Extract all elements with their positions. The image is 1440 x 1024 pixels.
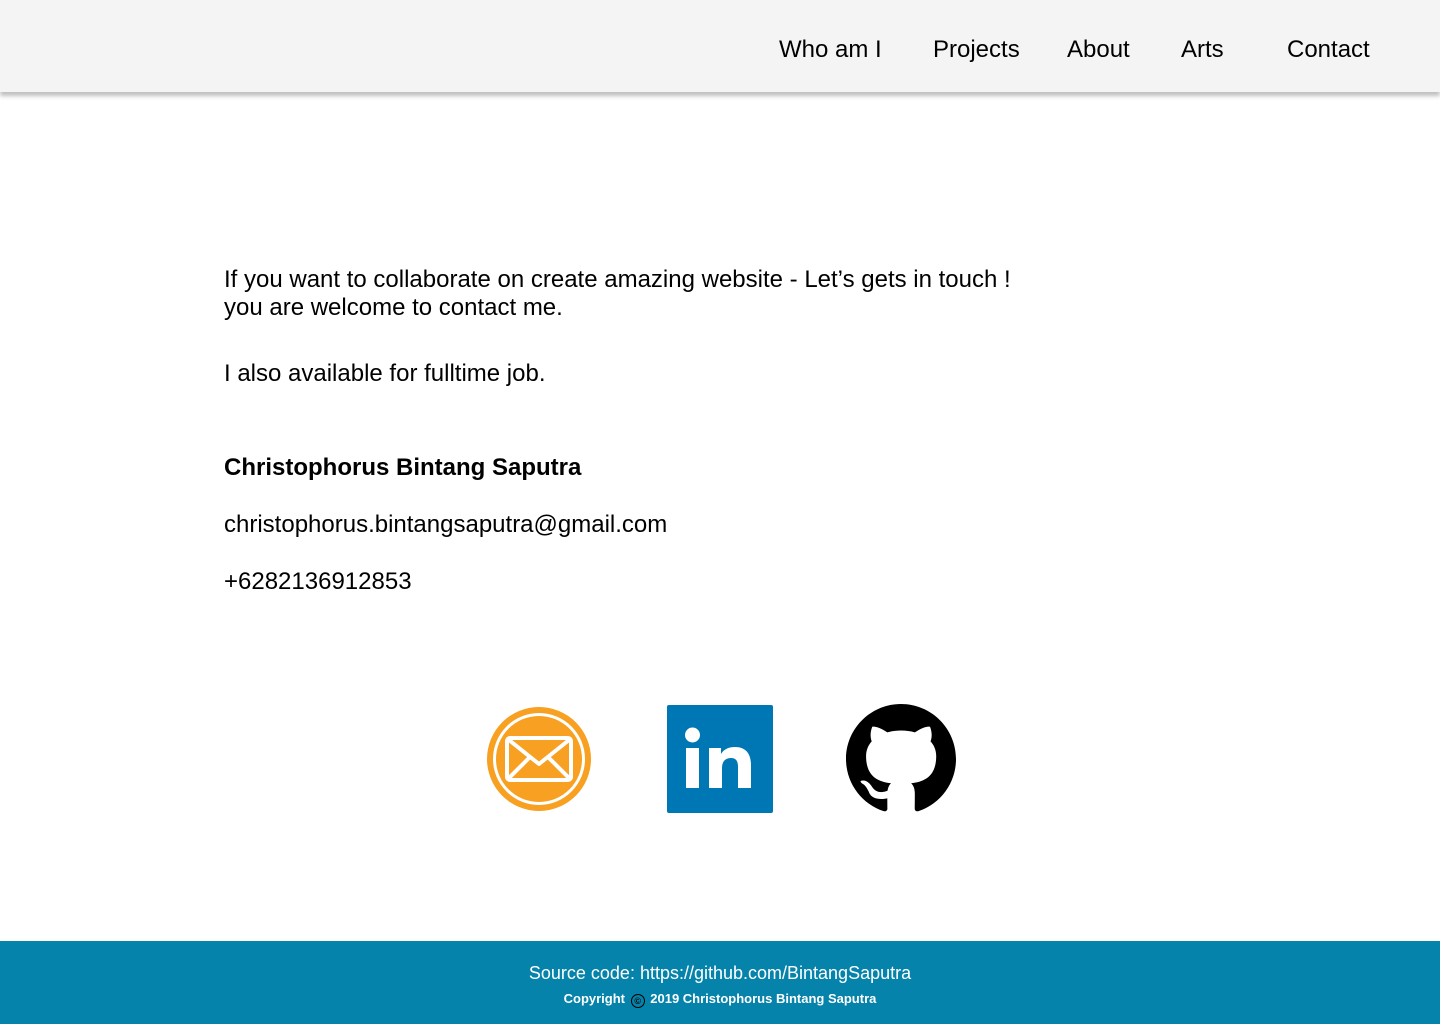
footer-source-link[interactable]: Source code: https://github.com/BintangS… [0, 962, 1440, 984]
mail-icon[interactable] [484, 704, 594, 814]
linkedin-icon-graphic [667, 705, 773, 813]
nav-projects[interactable]: Projects [933, 34, 1020, 66]
copyright-prefix: Copyright [563, 991, 626, 1006]
mail-icon-graphic [487, 707, 591, 811]
nav-contact[interactable]: Contact [1287, 34, 1370, 66]
github-icon-graphic [846, 704, 956, 812]
fulltime-availability-text: I also available for fulltime job. [224, 360, 546, 387]
contact-phone: +6282136912853 [224, 568, 412, 595]
nav-arts[interactable]: Arts [1181, 34, 1224, 66]
nav-about[interactable]: About [1067, 34, 1130, 66]
linkedin-icon[interactable] [665, 704, 775, 814]
footer: Source code: https://github.com/BintangS… [0, 941, 1440, 1024]
intro-text-line-2: you are welcome to contact me. [224, 294, 563, 321]
copyright-icon: © [630, 994, 645, 1008]
contact-page: Who am I Projects About Arts Contact If … [0, 0, 1440, 1024]
github-icon[interactable] [846, 704, 956, 814]
contact-name: Christophorus Bintang Saputra [224, 454, 582, 481]
footer-copyright: Copyright © 2019 Christophorus Bintang S… [0, 991, 1440, 1008]
top-navbar: Who am I Projects About Arts Contact [0, 0, 1440, 92]
intro-text-line-1: If you want to collaborate on create ama… [224, 266, 1011, 293]
copyright-suffix: 2019 Christophorus Bintang Saputra [650, 991, 877, 1006]
nav-who-am-i[interactable]: Who am I [779, 34, 882, 66]
contact-email: christophorus.bintangsaputra@gmail.com [224, 511, 668, 538]
